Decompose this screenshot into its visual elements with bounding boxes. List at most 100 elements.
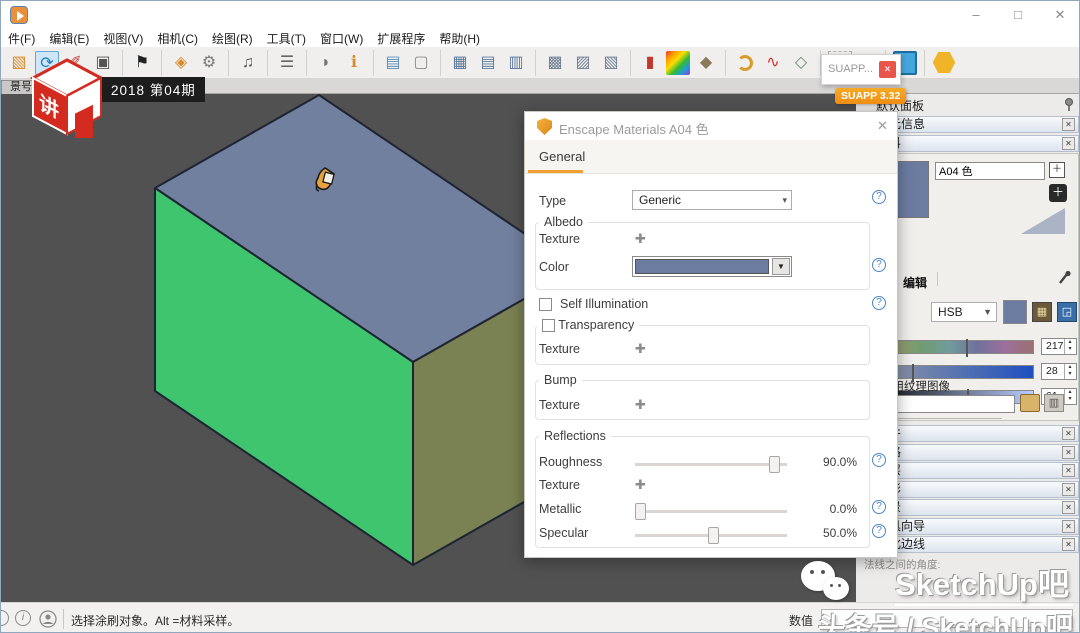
wechat-icon [801,561,861,613]
eyedropper-icon[interactable] [1057,270,1071,286]
comment-icon[interactable]: ◗ [314,51,338,75]
instructor-close-icon[interactable]: ✕ [1062,520,1075,533]
self-illumination-label: Self Illumination [560,297,649,311]
brightness-spin-arrows[interactable]: ▴ ▾ [1064,389,1075,404]
albedo-texture-add-icon[interactable]: ✚ [635,231,646,247]
screen-color-icon[interactable]: ◲ [1057,302,1077,322]
batch-export-icon[interactable]: ▥ [504,51,528,75]
info-status-icon[interactable]: i [15,610,31,626]
pin-icon[interactable] [1063,97,1075,111]
menu-draw[interactable]: 绘图(R) [205,30,260,47]
open-model-icon[interactable]: ▧ [7,51,31,75]
suapp-close-icon[interactable]: ✕ [879,61,896,78]
type-select[interactable]: Generic ▾ [632,190,792,210]
hue-spin-arrows[interactable]: ▴ ▾ [1064,339,1075,354]
tab-edit[interactable]: 编辑 [903,274,927,291]
soften-edges-close-icon[interactable]: ✕ [1062,538,1075,551]
menu-window[interactable]: 窗口(W) [313,30,370,47]
type-dropdown-icon: ▾ [782,195,787,205]
transparency-texture-add-icon[interactable]: ✚ [635,341,646,357]
menu-help[interactable]: 帮助(H) [432,30,487,47]
roughness-slider-thumb[interactable] [768,456,780,473]
material-rainbow-icon[interactable] [666,50,690,75]
hexagon-icon[interactable] [932,51,956,74]
marker-icon[interactable]: ▮ [638,51,662,75]
menu-tools[interactable]: 工具(T) [260,30,313,47]
components-close-icon[interactable]: ✕ [1062,427,1075,440]
minimize-button[interactable]: – [959,1,993,29]
export-file-icon[interactable]: ▢ [409,51,433,75]
layers-close-icon[interactable]: ✕ [1062,464,1075,477]
speaker-icon[interactable]: ♫ [236,51,260,75]
self-illumination-checkbox[interactable] [539,298,552,311]
reflections-texture-add-icon[interactable]: ✚ [635,477,646,493]
menu-view[interactable]: 视图(V) [96,30,150,47]
roughness-slider[interactable] [635,456,787,473]
saturation-spinbox[interactable]: 28 ▴ ▾ [1041,363,1077,380]
materials-close-icon[interactable]: ✕ [1062,137,1075,150]
albedo-color-dropdown-icon[interactable]: ▼ [772,258,790,275]
self-illumination-help-icon[interactable]: ? [872,296,886,310]
menu-extensions[interactable]: 扩展程序 [370,30,432,47]
photo-settings-icon[interactable]: ⚙ [197,51,221,75]
scenes-close-icon[interactable]: ✕ [1062,501,1075,514]
tab-general[interactable]: General [539,149,585,164]
saturation-value: 28 [1046,365,1058,377]
batch-window-icon[interactable]: ▦ [448,51,472,75]
scene-photo-1-icon[interactable]: ▩ [543,51,567,75]
info-panel-icon[interactable]: ℹ [342,51,366,75]
menu-camera[interactable]: 相机(C) [150,30,205,47]
shadows-close-icon[interactable]: ✕ [1062,483,1075,496]
menu-edit[interactable]: 编辑(E) [42,30,96,47]
styles-close-icon[interactable]: ✕ [1062,446,1075,459]
texture-browse-icon[interactable] [1020,394,1040,412]
user-status-icon[interactable] [39,610,57,628]
specular-help-icon[interactable]: ? [872,524,886,538]
metallic-slider[interactable] [635,503,787,520]
hue-spinbox[interactable]: 217 ▴ ▾ [1041,338,1077,355]
tag-icon[interactable]: ◈ [169,51,193,75]
roughness-label: Roughness [539,455,603,469]
flag-icon[interactable]: ⚑ [130,51,154,75]
toolbar-separator [306,49,307,76]
specular-slider-thumb[interactable] [707,527,719,544]
enscape-diamond-icon[interactable]: ◇ [789,51,813,75]
entity-info-close-icon[interactable]: ✕ [1062,118,1075,131]
picker-dropdown-icon: ▼ [983,307,992,317]
color-help-icon[interactable]: ? [872,258,886,272]
sketchup-window: – □ ✕ 件(F) 编辑(E) 视图(V) 相机(C) 绘图(R) 工具(T)… [0,0,1080,633]
secondary-pane-icon[interactable]: ＋ [1049,162,1065,178]
picker-select[interactable]: HSB ▼ [931,302,997,322]
metallic-help-icon[interactable]: ? [872,500,886,514]
type-help-icon[interactable]: ? [872,190,886,204]
reflections-legend: Reflections [539,429,611,443]
batch-save-icon[interactable]: ▤ [476,51,500,75]
scene-photo-2-icon[interactable]: ▨ [571,51,595,75]
hue-slider-marker[interactable] [965,339,968,357]
rock-icon[interactable]: ◆ [694,51,718,75]
toolbar-separator [228,49,229,76]
dialog-title-bar[interactable]: Enscape Materials A04 色 ✕ [525,112,897,140]
transparency-checkbox[interactable] [542,319,555,332]
export-image-icon[interactable]: ▤ [381,51,405,75]
maximize-button[interactable]: □ [1001,1,1035,29]
create-material-icon[interactable]: ＋ [1049,184,1067,202]
texture-edit-icon[interactable]: ▥ [1044,394,1064,412]
enscape-icon[interactable] [737,54,753,71]
roughness-help-icon[interactable]: ? [872,453,886,467]
material-name-input[interactable] [935,162,1045,180]
close-button[interactable]: ✕ [1043,1,1077,29]
albedo-color-picker[interactable]: ▼ [632,256,792,277]
reflections-texture-label: Texture [539,478,580,492]
scene-photo-3-icon[interactable]: ▧ [599,51,623,75]
menu-file[interactable]: 件(F) [1,30,42,47]
specular-slider[interactable] [635,527,787,544]
enscape-curve-icon[interactable]: ∿ [761,51,785,75]
dialog-close-icon[interactable]: ✕ [877,118,888,134]
metallic-slider-thumb[interactable] [635,503,646,520]
saturation-spin-arrows[interactable]: ▴ ▾ [1064,364,1075,379]
sliders-icon[interactable]: ☰ [275,51,299,75]
bump-texture-add-icon[interactable]: ✚ [635,397,646,413]
texture-palette-icon[interactable]: ▦ [1032,302,1052,322]
specular-value: 50.0% [822,526,857,540]
